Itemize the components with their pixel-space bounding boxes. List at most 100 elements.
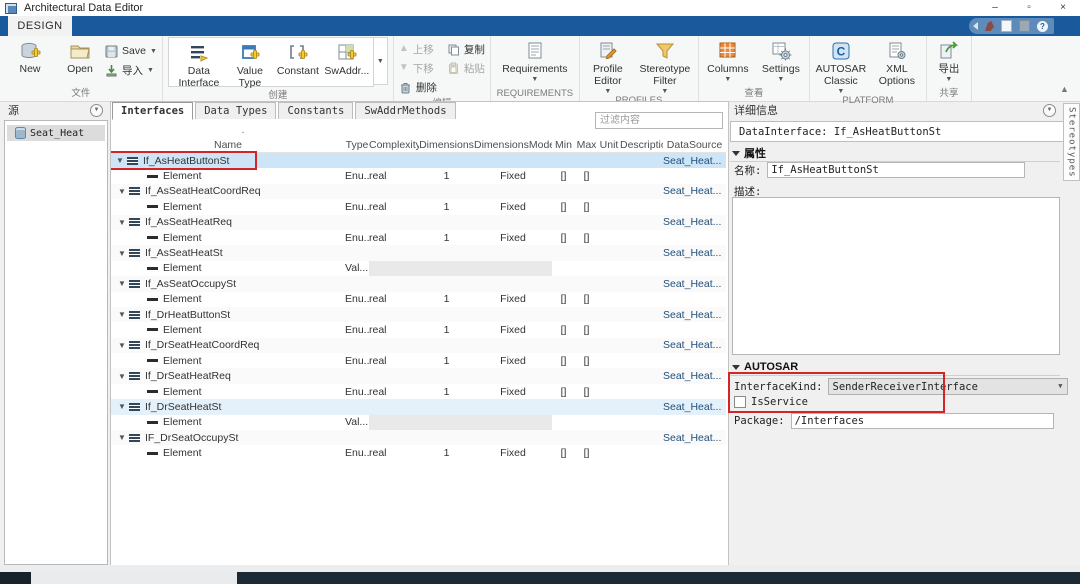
table-row[interactable]: ▼If_AsSeatHeatStSeat_Heat... <box>111 245 726 260</box>
tab-interfaces[interactable]: Interfaces <box>112 102 193 120</box>
xml-options-button[interactable]: XML Options <box>873 37 921 88</box>
column-header-dimensionsmode[interactable]: DimensionsMode <box>474 139 552 152</box>
table-row[interactable]: ElementEnu...real1Fixed[][] <box>111 168 726 183</box>
table-row[interactable]: ▼If_DrSeatHeatReqSeat_Heat... <box>111 368 726 383</box>
save-button[interactable]: Save ▼ <box>105 43 157 59</box>
taskbar-app-segment[interactable] <box>31 572 237 584</box>
copy-button[interactable]: 复制 <box>447 41 485 57</box>
column-header-description[interactable]: Description <box>620 139 663 152</box>
columns-dropdown-icon[interactable]: ▼ <box>724 76 731 83</box>
table-row[interactable]: ElementEnu...real1Fixed[][] <box>111 384 726 399</box>
expand-chevron-icon[interactable]: ▼ <box>115 249 129 258</box>
constant-button[interactable]: Constant <box>273 39 323 78</box>
expand-chevron-icon[interactable]: ▼ <box>115 372 129 381</box>
autosar-classic-button[interactable]: C AUTOSAR Classic ▼ <box>815 37 867 95</box>
column-header-max[interactable]: Max <box>575 139 598 152</box>
table-row[interactable]: ElementVal... <box>111 261 726 276</box>
properties-section-header[interactable]: 属性 <box>730 145 1060 162</box>
close-button[interactable]: × <box>1046 0 1080 15</box>
data-interface-button[interactable]: Data Interface <box>171 39 227 90</box>
table-row[interactable]: ▼If_DrSeatHeatCoordReqSeat_Heat... <box>111 338 726 353</box>
column-header-datasource[interactable]: DataSource <box>663 139 726 152</box>
stereotypes-side-tab[interactable]: Stereotypes <box>1063 103 1080 181</box>
table-row[interactable]: ElementEnu...real1Fixed[][] <box>111 230 726 245</box>
new-button[interactable]: New <box>5 37 55 76</box>
table-row[interactable]: ▼If_DrSeatHeatStSeat_Heat... <box>111 399 726 414</box>
column-header-complexity[interactable]: Complexity <box>369 139 419 152</box>
paste-button[interactable]: 粘贴 <box>447 60 485 76</box>
tab-constants[interactable]: Constants <box>278 102 353 119</box>
export-button[interactable]: 导出 ▼ <box>932 37 966 83</box>
table-row[interactable]: ▼If_AsSeatHeatCoordReqSeat_Heat... <box>111 184 726 199</box>
column-header-unit[interactable]: Unit <box>598 139 620 152</box>
table-row[interactable]: ElementEnu...real1Fixed[][] <box>111 322 726 337</box>
requirements-dropdown-icon[interactable]: ▼ <box>531 76 538 83</box>
save-dropdown-icon[interactable]: ▼ <box>150 48 157 55</box>
collapse-left-icon[interactable] <box>973 22 978 30</box>
help-icon[interactable]: ? <box>1037 21 1048 32</box>
maximize-button[interactable]: ▫ <box>1012 0 1046 15</box>
table-row[interactable]: ElementEnu...real1Fixed[][] <box>111 445 726 460</box>
swaddr-button[interactable]: SwAddr... <box>323 39 371 78</box>
settings-dropdown-icon[interactable]: ▼ <box>777 76 784 83</box>
table-row[interactable]: ElementEnu...real1Fixed[][] <box>111 353 726 368</box>
table-row[interactable]: ▼If_AsSeatHeatReqSeat_Heat... <box>111 215 726 230</box>
expand-chevron-icon[interactable]: ▼ <box>115 218 129 227</box>
table-row[interactable]: ElementEnu...real1Fixed[][] <box>111 292 726 307</box>
table-row[interactable]: ElementVal... <box>111 415 726 430</box>
profile-editor-dropdown-icon[interactable]: ▼ <box>604 88 611 95</box>
requirements-button[interactable]: Requirements ▼ <box>496 37 574 83</box>
import-dropdown-icon[interactable]: ▼ <box>147 67 154 74</box>
taskbar-start-segment[interactable] <box>0 572 31 584</box>
expand-chevron-icon[interactable]: ▼ <box>115 402 129 411</box>
open-button[interactable]: Open <box>55 37 105 76</box>
table-row[interactable]: ▼If_AsSeatOccupyStSeat_Heat... <box>111 276 726 291</box>
stereotype-filter-button[interactable]: Stereotype Filter ▼ <box>637 37 693 95</box>
filter-input[interactable] <box>595 112 723 129</box>
qa-paste-icon[interactable] <box>1019 20 1030 32</box>
create-more-dropdown[interactable]: ▼ <box>374 37 388 85</box>
settings-button[interactable]: Settings ▼ <box>758 37 804 83</box>
interface-kind-dropdown[interactable]: SenderReceiverInterface ▼ <box>828 378 1068 395</box>
is-service-checkbox[interactable] <box>734 396 746 408</box>
autosar-section-header[interactable]: AUTOSAR <box>730 359 1060 376</box>
sort-ascending-icon[interactable]: ˆ <box>223 131 263 140</box>
delete-button[interactable]: 删除 <box>399 79 437 95</box>
column-header-name[interactable]: Name <box>111 139 345 152</box>
column-header-min[interactable]: Min <box>552 139 575 152</box>
tab-swaddrmethods[interactable]: SwAddrMethods <box>355 102 455 119</box>
export-dropdown-icon[interactable]: ▼ <box>945 76 952 83</box>
column-header-dimensions[interactable]: Dimensions <box>419 139 474 152</box>
move-down-button[interactable]: ▼ 下移 <box>399 60 437 76</box>
expand-chevron-icon[interactable]: ▼ <box>115 187 129 196</box>
table-row[interactable]: ElementEnu...real1Fixed[][] <box>111 199 726 214</box>
profile-editor-button[interactable]: Profile Editor ▼ <box>585 37 631 95</box>
expand-chevron-icon[interactable]: ▼ <box>115 310 129 319</box>
table-row[interactable]: ▼If_AsHeatButtonStSeat_Heat... <box>111 153 726 168</box>
sidebar-collapse-button[interactable]: ▼ <box>90 104 103 117</box>
import-button[interactable]: 导入 ▼ <box>105 62 157 78</box>
table-row[interactable]: ▼IF_DrSeatOccupyStSeat_Heat... <box>111 430 726 445</box>
table-row[interactable]: ▼If_DrHeatButtonStSeat_Heat... <box>111 307 726 322</box>
qa-tool-icon[interactable] <box>985 21 994 31</box>
value-type-button[interactable]: Value Type <box>227 39 273 90</box>
expand-chevron-icon[interactable]: ▼ <box>115 279 129 288</box>
package-input[interactable] <box>791 413 1054 429</box>
tree-item-seat-heat[interactable]: Seat_Heat <box>7 125 105 141</box>
move-up-button[interactable]: ▲ 上移 <box>399 41 437 57</box>
tab-data-types[interactable]: Data Types <box>195 102 276 119</box>
minimize-button[interactable]: – <box>978 0 1012 15</box>
toolstrip-collapse-icon[interactable]: ▲ <box>1060 84 1069 94</box>
column-header-type[interactable]: Type <box>345 139 369 152</box>
expand-chevron-icon[interactable]: ▼ <box>115 433 129 442</box>
name-input[interactable] <box>767 162 1025 178</box>
expand-chevron-icon[interactable]: ▼ <box>115 341 129 350</box>
stereotype-filter-dropdown-icon[interactable]: ▼ <box>661 88 668 95</box>
autosar-dropdown-icon[interactable]: ▼ <box>837 88 844 95</box>
details-collapse-button[interactable]: ▼ <box>1043 104 1056 117</box>
tab-design[interactable]: DESIGN <box>8 16 72 36</box>
expand-chevron-icon[interactable]: ▼ <box>113 156 127 165</box>
qa-copy-icon[interactable] <box>1001 20 1012 32</box>
columns-button[interactable]: Columns ▼ <box>704 37 752 83</box>
description-textarea[interactable] <box>732 197 1060 355</box>
